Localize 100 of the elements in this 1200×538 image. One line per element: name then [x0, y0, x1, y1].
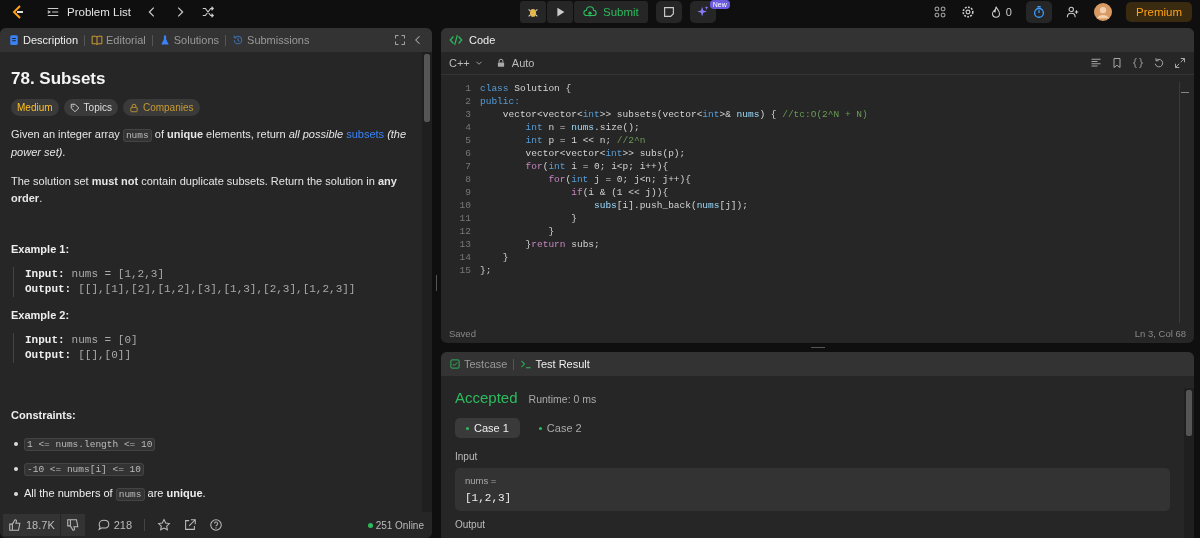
- settings-icon[interactable]: [960, 5, 975, 19]
- code-line: class Solution {: [480, 83, 572, 94]
- input-label: Input: [455, 451, 479, 462]
- panel-tab[interactable]: Submissions: [232, 34, 310, 46]
- line-number: 7: [464, 161, 471, 172]
- tag-icon: [69, 102, 80, 113]
- panel-tab[interactable]: Testcase: [449, 358, 508, 370]
- bookmark-icon[interactable]: [1111, 57, 1123, 69]
- code-line: for(int i = 0; i<p; i++){: [524, 161, 669, 172]
- format-icon[interactable]: [1090, 57, 1102, 69]
- scrollbar[interactable]: [1184, 388, 1194, 538]
- code-line: public:: [480, 96, 520, 107]
- lock-icon: [495, 58, 506, 68]
- layout-icon[interactable]: [932, 5, 947, 19]
- avatar[interactable]: [1094, 3, 1112, 21]
- subsets-link[interactable]: subsets: [346, 128, 385, 140]
- panel-tab[interactable]: Editorial: [91, 34, 146, 46]
- problem-statement: Given an integer array nums of unique elements, return all possible subsets (the power set).: [11, 127, 408, 160]
- dislike-button[interactable]: [60, 514, 85, 536]
- reset-icon[interactable]: [1153, 57, 1165, 69]
- mode-label: Auto: [511, 57, 535, 69]
- example-heading: Example 2:: [11, 309, 71, 321]
- line-number: 1: [464, 83, 471, 94]
- code-line: }: [570, 213, 577, 224]
- terminal-icon: [520, 358, 533, 370]
- example-value: [[],[0]]: [78, 349, 132, 361]
- add-user-icon[interactable]: [1066, 5, 1080, 19]
- case-tab[interactable]: Case 2: [527, 418, 593, 438]
- constraints-heading: Constraints:: [11, 409, 77, 421]
- line-number: 5: [464, 135, 471, 146]
- constraint-text: All the numbers of nums are unique.: [24, 486, 206, 503]
- panel-tab[interactable]: Test Result: [520, 358, 590, 370]
- debug-button[interactable]: [520, 1, 546, 23]
- star-icon[interactable]: [157, 518, 172, 532]
- checkbox-icon: [449, 358, 461, 370]
- line-number: 4: [464, 122, 471, 133]
- code-line: int n = nums.size();: [524, 122, 640, 133]
- code-line: }: [547, 226, 555, 237]
- panel-title: Code: [469, 34, 496, 46]
- code-line: vector<vector<int>> subsets(vector<int>& nums) { //tc:O(2^N + N): [501, 109, 868, 120]
- inline-code: -10 <= nums[i] <= 10: [24, 463, 145, 476]
- logo-icon[interactable]: [10, 4, 26, 20]
- code-line: for(int j = 0; j<n; j++){: [547, 174, 691, 185]
- premium-button[interactable]: Premium: [1126, 2, 1192, 22]
- inline-code: 1 <= nums.length <= 10: [24, 438, 156, 451]
- thumbs-up-icon: [8, 518, 22, 532]
- share-icon[interactable]: [183, 518, 198, 532]
- fullscreen-icon[interactable]: [394, 34, 406, 46]
- code-line: vector<vector<int>> subs(p);: [524, 148, 686, 159]
- line-number: 3: [464, 109, 471, 120]
- online-dot: [367, 522, 373, 528]
- companies-button[interactable]: Companies: [122, 99, 200, 116]
- line-number: 2: [464, 96, 471, 107]
- comment-icon: [96, 518, 111, 532]
- problem-list-button[interactable]: Problem List: [46, 5, 131, 19]
- panel-tab[interactable]: Solutions: [158, 34, 220, 46]
- example-label: Input:: [25, 334, 65, 346]
- shuffle-icon[interactable]: [200, 5, 215, 19]
- cloud-upload-icon: [583, 5, 597, 19]
- verdict: Accepted: [455, 389, 518, 406]
- topics-button[interactable]: Topics: [63, 99, 118, 116]
- case-tab[interactable]: Case 1: [455, 418, 520, 438]
- save-status: Saved: [449, 327, 476, 339]
- line-number: 8: [464, 174, 471, 185]
- code-line: subs[i].push_back(nums[j]);: [593, 200, 748, 211]
- variable-value: [1,2,3]: [465, 492, 513, 504]
- line-number: 9: [464, 187, 471, 198]
- help-icon[interactable]: [209, 518, 224, 532]
- language-select[interactable]: C++: [449, 57, 484, 69]
- thumbs-down-icon: [65, 518, 80, 532]
- line-number: 12: [458, 226, 471, 237]
- note-button[interactable]: [655, 1, 682, 23]
- submit-button[interactable]: Submit: [574, 1, 648, 23]
- runtime: Runtime: 0 ms: [528, 393, 597, 405]
- run-button[interactable]: [547, 1, 573, 23]
- problem-note: The solution set must not contain duplicate subsets. Return the solution in any order.: [11, 174, 398, 206]
- streak-counter[interactable]: 0: [988, 5, 1012, 19]
- example-value: [[],[1],[2],[1,2],[3],[1,3],[2,3],[1,2,3]]: [78, 283, 356, 295]
- comments-button[interactable]: 218: [96, 518, 133, 532]
- code-line: }return subs;: [524, 239, 600, 250]
- line-number: 11: [458, 213, 471, 224]
- history-icon: [232, 34, 245, 46]
- line-number: 6: [464, 148, 471, 159]
- line-number: 14: [458, 252, 471, 263]
- like-button[interactable]: 18.7K: [3, 514, 60, 536]
- cursor-position: Ln 3, Col 68: [1134, 327, 1186, 339]
- flask-icon: [158, 34, 171, 46]
- braces-icon[interactable]: [1132, 57, 1144, 69]
- example-label: Input:: [25, 268, 65, 280]
- example-value: nums = [0]: [71, 334, 138, 346]
- example-label: Output:: [25, 283, 72, 295]
- difficulty-tag: Medium: [11, 99, 59, 116]
- lock-icon: [128, 102, 139, 113]
- panel-tab[interactable]: Description: [8, 34, 79, 46]
- problem-title: 78. Subsets: [11, 69, 107, 89]
- expand-icon[interactable]: [1174, 57, 1186, 69]
- online-count: 251 Online: [375, 519, 424, 531]
- line-number: 13: [458, 239, 471, 250]
- timer-button[interactable]: [1026, 1, 1052, 23]
- scrollbar[interactable]: [422, 52, 432, 512]
